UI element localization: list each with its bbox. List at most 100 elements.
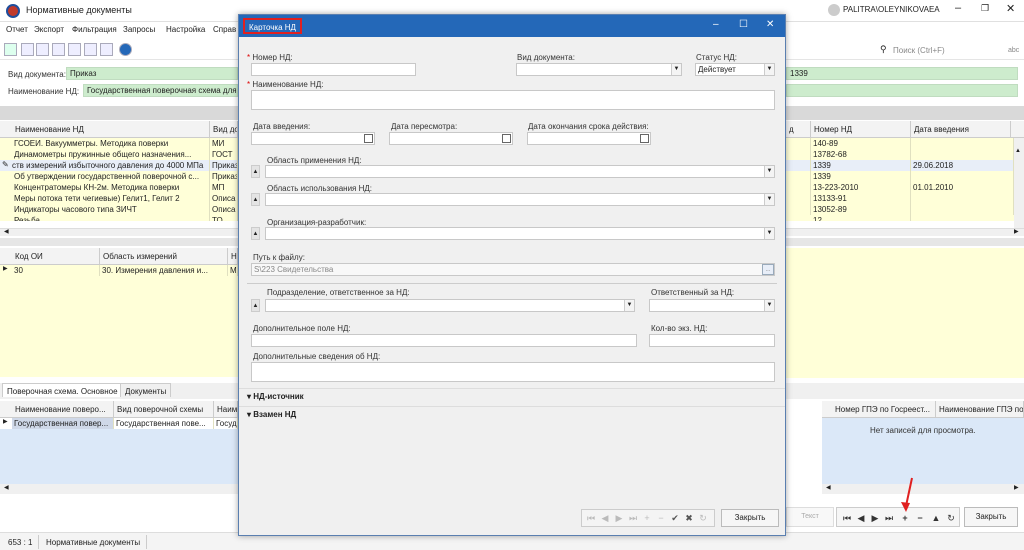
last-record-icon[interactable]: ⏭	[882, 511, 896, 525]
menu-filter[interactable]: Фильтрация	[72, 25, 117, 34]
scroll-right-icon[interactable]: ▶	[1014, 228, 1019, 235]
table-row[interactable]: 13133-91	[786, 193, 1014, 204]
table-row-selected[interactable]: ✎ ств измерений избыточного давления до 4…	[0, 160, 238, 171]
close-main-button[interactable]: Закрыть	[964, 507, 1018, 527]
table-row[interactable]: 1339	[786, 171, 1014, 182]
confirm-icon[interactable]: ✔	[668, 511, 682, 525]
first-record-icon[interactable]: ⏮	[840, 511, 854, 525]
dialog-minimize-icon[interactable]: –	[713, 19, 719, 30]
chevron-down-icon[interactable]: ▼	[764, 300, 774, 311]
minimize-icon[interactable]: –	[955, 2, 961, 14]
scroll-up-icon[interactable]: ▲	[1015, 148, 1021, 154]
prev-record-icon[interactable]: ◀	[854, 511, 868, 525]
chevron-down-icon[interactable]: ▼	[764, 64, 774, 75]
col-scheme-kind[interactable]: Вид поверочной схемы	[114, 401, 214, 418]
doc-type-value[interactable]: Приказ	[66, 67, 238, 80]
responsible-select[interactable]: ▼	[649, 299, 775, 312]
developer-select[interactable]: ▼	[265, 227, 775, 240]
refresh-records-icon[interactable]: ↻	[944, 511, 958, 525]
h-scrollbar-right[interactable]: ▶	[786, 228, 1024, 236]
nd-number-input[interactable]	[251, 63, 416, 76]
cancel-icon[interactable]: ✖	[682, 511, 696, 525]
col-scheme-n[interactable]: Наим	[214, 401, 238, 418]
menu-report[interactable]: Отчет	[6, 25, 28, 34]
table-row[interactable]: 13-223-2010 01.01.2010	[786, 182, 1014, 193]
calendar-icon[interactable]	[640, 134, 649, 143]
col-measure-area[interactable]: Область измерений	[100, 248, 228, 265]
col-d[interactable]: д	[786, 121, 811, 138]
intro-date-input[interactable]	[251, 132, 375, 145]
dept-expand-icon[interactable]: ▲	[251, 299, 260, 312]
table-row-selected[interactable]: 1339 29.06.2018	[786, 160, 1014, 171]
add-record-icon[interactable]	[4, 43, 17, 56]
prev-record-icon[interactable]: ◀	[598, 511, 612, 525]
col-nd-name[interactable]: Наименование НД	[12, 121, 210, 138]
col-na[interactable]: На	[228, 248, 238, 265]
dialog-close-button[interactable]: Закрыть	[721, 509, 779, 527]
calendar-icon[interactable]	[364, 134, 373, 143]
chevron-down-icon[interactable]: ▼	[764, 194, 774, 205]
table-row[interactable]: Об утверждении государственной поверочно…	[0, 171, 238, 182]
filter-clear-icon[interactable]	[36, 43, 49, 56]
close-icon[interactable]: ✕	[1006, 2, 1015, 15]
dept-select[interactable]: ▼	[265, 299, 635, 312]
menu-export[interactable]: Экспорт	[34, 25, 64, 34]
filter-right-value[interactable]: 1339	[786, 67, 1018, 80]
h-scrollbar-left[interactable]: ◀	[0, 228, 238, 236]
scroll-left-icon[interactable]: ◀	[4, 484, 9, 491]
col-gpe-number[interactable]: Номер ГПЭ по Госреест...	[832, 401, 936, 418]
dialog-maximize-icon[interactable]: ☐	[739, 19, 748, 30]
col-nd-number[interactable]: Номер НД	[811, 121, 911, 138]
last-record-icon[interactable]: ⏭	[626, 511, 640, 525]
table-row[interactable]: ▶ Государственная повер... Государственн…	[0, 418, 238, 429]
col-scheme-name[interactable]: Наименование поверо...	[12, 401, 114, 418]
image-icon[interactable]	[100, 43, 113, 56]
scroll-left-icon[interactable]: ◀	[4, 228, 9, 235]
next-record-icon[interactable]: ▶	[612, 511, 626, 525]
table-row[interactable]: 13782-68	[786, 149, 1014, 160]
nd-name-input[interactable]	[251, 90, 775, 110]
expiry-date-input[interactable]	[527, 132, 651, 145]
table-row[interactable]: Динамометры пружинные общего назначения.…	[0, 149, 238, 160]
copies-input[interactable]	[649, 334, 775, 347]
chevron-down-icon[interactable]: ▼	[624, 300, 634, 311]
use-area-select[interactable]: ▼	[265, 193, 775, 206]
status-select[interactable]: Действует ▼	[695, 63, 775, 76]
menu-settings[interactable]: Настройка	[166, 25, 205, 34]
add-record-icon[interactable]: +	[640, 511, 654, 525]
scroll-right-icon[interactable]: ▶	[1014, 484, 1019, 491]
table-row[interactable]: Индикаторы часового типа ЗИЧТ Описа	[0, 204, 238, 215]
name-filter-right[interactable]	[786, 84, 1018, 97]
table-row[interactable]: ▶ 30 30. Измерения давления и... Ма	[0, 265, 238, 276]
menu-help[interactable]: Справ	[213, 25, 236, 34]
scroll-left-icon[interactable]: ◀	[826, 484, 831, 491]
h-scrollbar-gpe[interactable]: ◀ ▶	[822, 484, 1024, 494]
filter-icon[interactable]	[21, 43, 34, 56]
review-date-input[interactable]	[389, 132, 513, 145]
text-button[interactable]: Текст	[786, 507, 834, 527]
delete-record-icon[interactable]: −	[654, 511, 668, 525]
table-row[interactable]: 13052-89	[786, 204, 1014, 215]
developer-expand-icon[interactable]: ▲	[251, 227, 260, 240]
grid-icon[interactable]	[68, 43, 81, 56]
calendar-icon[interactable]	[502, 134, 511, 143]
chevron-down-icon[interactable]: ▼	[671, 64, 681, 75]
table-row[interactable]: 12	[786, 215, 1014, 221]
restore-icon[interactable]: ❐	[981, 3, 989, 14]
table-row[interactable]: Меры потока тети чегиевые) Гелит1, Гелит…	[0, 193, 238, 204]
col-doc-type[interactable]: Вид до	[210, 121, 238, 138]
refresh-icon[interactable]	[52, 43, 65, 56]
table-row[interactable]: Резьба ТО	[0, 215, 238, 221]
search-input[interactable]: Поиск (Ctrl+F)	[893, 46, 945, 55]
menu-queries[interactable]: Запросы	[123, 25, 155, 34]
move-up-icon[interactable]: ▲	[929, 511, 943, 525]
h-scrollbar-bottom[interactable]: ◀	[0, 484, 238, 494]
table-row[interactable]: 140-89	[786, 138, 1014, 149]
chevron-down-icon[interactable]: ▼	[764, 166, 774, 177]
doc-kind-select[interactable]: ▼	[516, 63, 682, 76]
use-area-expand-icon[interactable]: ▲	[251, 193, 260, 206]
col-gpe-name[interactable]: Наименование ГПЭ по	[936, 401, 1024, 418]
file-path-input[interactable]: S\223 Свидетельства...	[251, 263, 775, 276]
extra-field-input[interactable]	[251, 334, 637, 347]
scope-select[interactable]: ▼	[265, 165, 775, 178]
